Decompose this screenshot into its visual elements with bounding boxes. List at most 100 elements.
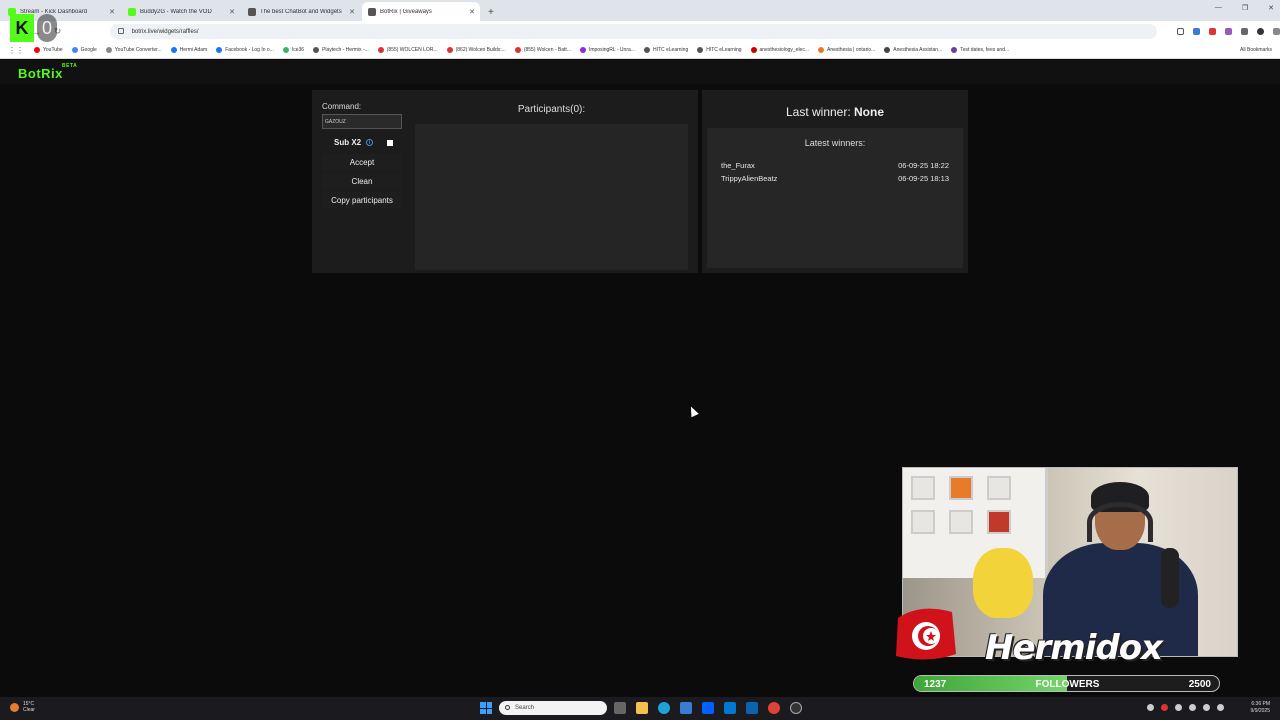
browser-tab-giveaways[interactable]: BotRix | Giveaways ✕ xyxy=(362,2,480,21)
chrome-icon[interactable] xyxy=(768,702,780,714)
weather-condition: Clear xyxy=(23,707,35,713)
weather-widget[interactable]: 15°C Clear xyxy=(10,701,35,713)
wifi-icon[interactable] xyxy=(1189,704,1196,711)
bookmark-item[interactable]: Ice36 xyxy=(282,47,304,53)
winners-panel: Last winner: None Latest winners: the_Fu… xyxy=(702,90,968,273)
battery-icon[interactable] xyxy=(1217,704,1224,711)
bookmark-item[interactable]: Hermi Adam xyxy=(170,47,207,53)
extension-icon[interactable] xyxy=(1193,28,1201,35)
bookmark-item[interactable]: Test dates, fees and... xyxy=(951,47,1009,53)
bookmark-favicon-icon xyxy=(643,47,650,53)
all-bookmarks-button[interactable]: All Bookmarks xyxy=(1240,47,1272,53)
participants-list[interactable] xyxy=(415,124,688,270)
extension-icon[interactable] xyxy=(1241,28,1249,35)
extension-icon[interactable] xyxy=(1209,28,1217,35)
bookmark-favicon-icon xyxy=(697,47,704,53)
sub-x2-label: Sub X2 xyxy=(334,138,362,147)
followers-goal-bar: 1237 FOLLOWERS 2500 xyxy=(913,675,1220,692)
obs-icon[interactable] xyxy=(790,702,802,714)
bookmark-item[interactable]: ImposingRL - Unra... xyxy=(579,47,635,53)
bookmark-item[interactable]: (855) Wolcen - Batt... xyxy=(514,47,571,53)
system-tray xyxy=(1147,704,1224,711)
browser-tab-chatbot[interactable]: The best ChatBot and Widgets ✕ xyxy=(242,2,360,21)
accept-button[interactable]: Accept xyxy=(322,154,402,170)
followers-goal: 2500 xyxy=(1188,679,1211,690)
kick-viewer-badge: K 0 xyxy=(10,14,60,46)
bookmark-favicon-icon xyxy=(170,47,177,53)
app-icon[interactable] xyxy=(724,702,736,714)
bookmark-item[interactable]: Anesthesia | ontario... xyxy=(818,47,875,53)
bookmark-favicon-icon xyxy=(313,47,320,53)
tray-app-icon[interactable] xyxy=(1161,704,1168,711)
beta-badge: BETA xyxy=(62,63,78,69)
taskbar-clock[interactable]: 6:36 PM 9/9/2025 xyxy=(1251,701,1270,715)
tab-title: The best ChatBot and Widgets xyxy=(260,8,342,15)
edge-icon[interactable] xyxy=(658,702,670,714)
tab-title: BotRix | Giveaways xyxy=(380,8,432,15)
close-window-icon[interactable]: ✕ xyxy=(1268,4,1274,12)
bookmark-item[interactable]: YouTube xyxy=(34,47,63,53)
browser-tab-buddy2g[interactable]: Buddy2G - Watch the VOD ✕ xyxy=(122,2,240,21)
file-explorer-icon[interactable] xyxy=(636,702,648,714)
minimize-icon[interactable]: — xyxy=(1215,4,1222,12)
dropbox-icon[interactable] xyxy=(702,702,714,714)
bookmark-favicon-icon xyxy=(71,47,78,53)
command-input[interactable]: GAZOUZ xyxy=(322,114,402,129)
maximize-icon[interactable]: ❐ xyxy=(1242,4,1248,12)
apps-grid-icon[interactable]: ⋮⋮ xyxy=(8,46,24,55)
bookmark-item[interactable]: Playtech - Hermix -... xyxy=(313,47,369,53)
close-tab-icon[interactable]: ✕ xyxy=(349,8,355,16)
chevron-up-icon[interactable] xyxy=(1147,704,1154,711)
latest-winners-title: Latest winners: xyxy=(804,138,866,148)
copy-participants-button[interactable]: Copy participants xyxy=(322,192,402,208)
bookmark-item[interactable]: anesthesiology_elec... xyxy=(750,47,809,53)
taskbar-search-input[interactable]: Search xyxy=(499,701,607,715)
outlook-icon[interactable] xyxy=(746,702,758,714)
bookmark-item[interactable]: HITC eLearning xyxy=(697,47,742,53)
kick-favicon-icon xyxy=(128,7,136,16)
bookmark-star-icon[interactable] xyxy=(1177,28,1185,35)
followers-label: FOLLOWERS xyxy=(1035,679,1100,690)
tunisia-flag-icon xyxy=(896,608,956,660)
bookmark-favicon-icon xyxy=(446,47,453,53)
profile-avatar-icon[interactable] xyxy=(1257,28,1265,35)
bookmark-item[interactable]: HITC eLearning xyxy=(643,47,688,53)
new-tab-icon[interactable]: + xyxy=(488,7,494,18)
latest-winners-list: Latest winners: the_Furax 06-09-25 18:22… xyxy=(707,128,963,268)
bookmark-favicon-icon xyxy=(514,47,521,53)
site-header: BotRix BETA xyxy=(0,60,1280,84)
weather-icon xyxy=(10,702,19,712)
menu-icon[interactable] xyxy=(1273,28,1280,35)
bookmark-favicon-icon xyxy=(951,47,958,53)
bookmark-favicon-icon xyxy=(579,47,586,53)
bookmark-item[interactable]: (855) WOLCEN LOR... xyxy=(377,47,438,53)
url-text: botrix.live/widgets/raffles/ xyxy=(131,28,199,35)
bookmark-item[interactable]: (862) Wolcen Builds:... xyxy=(446,47,506,53)
close-tab-icon[interactable]: ✕ xyxy=(109,8,115,16)
botrix-favicon-icon xyxy=(248,7,256,16)
task-view-icon[interactable] xyxy=(614,702,626,714)
bookmark-favicon-icon xyxy=(216,47,223,53)
winner-date: 06-09-25 18:13 xyxy=(898,174,949,183)
extensions xyxy=(1177,28,1280,35)
address-bar-row: ← → ↻ botrix.live/widgets/raffles/ xyxy=(0,21,1280,42)
url-input[interactable]: botrix.live/widgets/raffles/ xyxy=(109,24,1158,39)
volume-icon[interactable] xyxy=(1203,704,1210,711)
clean-button[interactable]: Clean xyxy=(322,173,402,189)
sub-x2-checkbox[interactable] xyxy=(387,140,393,146)
store-icon[interactable] xyxy=(680,702,692,714)
winner-name: the_Furax xyxy=(721,161,755,170)
extension-icon[interactable] xyxy=(1225,28,1233,35)
close-tab-icon[interactable]: ✕ xyxy=(469,8,475,16)
taskbar-apps xyxy=(614,702,802,714)
close-tab-icon[interactable]: ✕ xyxy=(229,8,235,16)
start-menu-icon[interactable] xyxy=(480,702,492,714)
bookmark-item[interactable]: Facebook - Log In o... xyxy=(216,47,274,53)
info-icon[interactable]: i xyxy=(366,139,374,146)
microphone-icon[interactable] xyxy=(1175,704,1182,711)
botrix-logo[interactable]: BotRix BETA xyxy=(18,63,77,81)
bookmark-item[interactable]: Google xyxy=(71,47,97,53)
bookmark-item[interactable]: YouTube Converter... xyxy=(105,47,162,53)
bookmark-item[interactable]: Anesthesia Assistan... xyxy=(884,47,942,53)
site-info-icon[interactable] xyxy=(117,28,124,34)
